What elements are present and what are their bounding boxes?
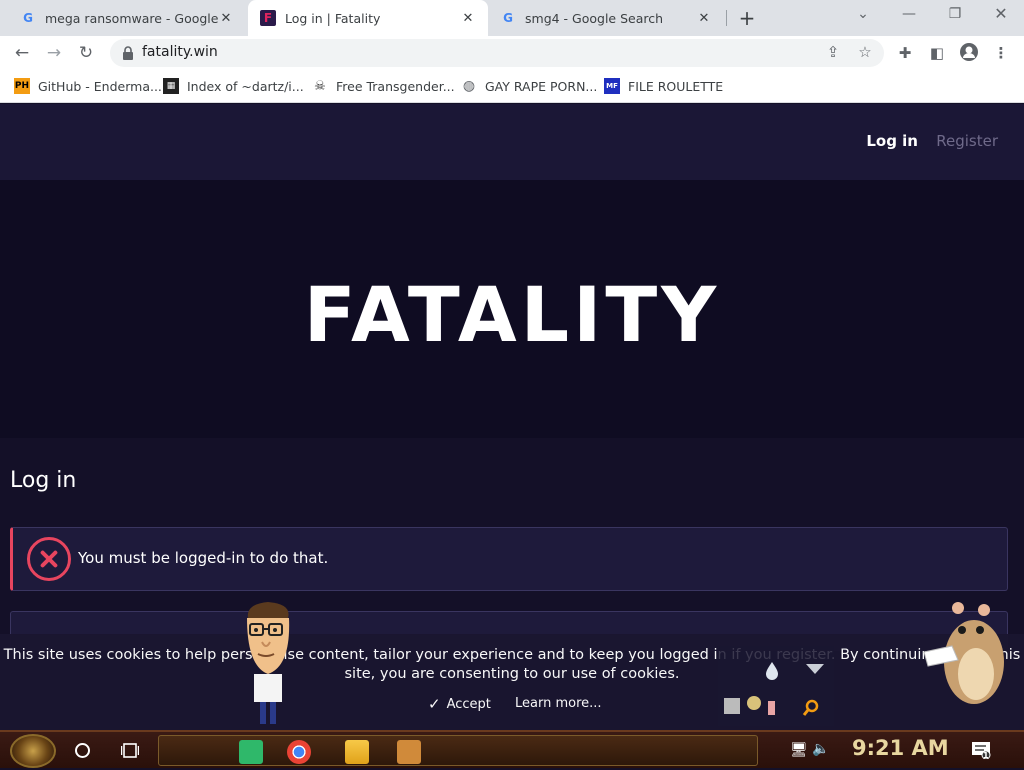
tab-mega-ransomware[interactable]: G mega ransomware - Google Sear ✕ — [8, 0, 246, 36]
bookmark-label: GitHub - Enderma... — [38, 78, 162, 94]
globe-icon: ◍ — [462, 78, 476, 94]
bookmark-gay-rape-porn[interactable]: ◍ GAY RAPE PORN... — [461, 77, 597, 95]
nav-login-link[interactable]: Log in — [866, 132, 918, 150]
error-message: You must be logged-in to do that. — [10, 527, 1008, 591]
cortana-icon[interactable] — [75, 743, 90, 758]
mf-icon: MF — [604, 78, 620, 94]
new-tab-button[interactable]: + — [736, 7, 758, 29]
forward-button[interactable]: → — [42, 41, 66, 65]
tray-app-icon — [724, 698, 740, 714]
address-bar[interactable]: fatality.win ⇪ ☆ — [110, 39, 884, 67]
cookie-text: This site uses cookies to help personali… — [3, 647, 1021, 682]
bookmark-github[interactable]: PH GitHub - Enderma... — [14, 77, 162, 95]
network-icon[interactable]: 🖥 — [790, 742, 808, 758]
tab-title: mega ransomware - Google Sear — [45, 10, 218, 26]
profile-icon[interactable] — [958, 42, 980, 64]
restore-button[interactable]: ❐ — [932, 0, 978, 30]
taskbar-apps — [158, 735, 758, 766]
chrome-app-icon[interactable] — [287, 740, 311, 764]
task-view-icon[interactable] — [121, 743, 139, 758]
notification-count: 1 — [983, 751, 989, 760]
tray-overflow-popup — [718, 646, 834, 726]
ph-icon: PH — [14, 78, 30, 94]
bookmark-file-roulette[interactable]: MF FILE ROULETTE — [604, 77, 723, 95]
page-title: Log in — [10, 468, 77, 493]
tab-title: Log in | Fatality — [285, 10, 381, 26]
accept-label: Accept — [446, 696, 491, 712]
back-button[interactable]: ← — [10, 41, 34, 65]
notification-center-icon[interactable] — [972, 742, 992, 759]
game-app-icon[interactable] — [397, 740, 421, 764]
site-logo[interactable]: FATALITY — [0, 270, 1024, 359]
nav-register-link[interactable]: Register — [936, 132, 998, 150]
cookie-learn-more-link[interactable]: Learn more... — [515, 696, 602, 711]
desktop-character-hamster[interactable] — [918, 602, 1008, 708]
tray-app-icon — [747, 696, 761, 710]
error-x-icon — [27, 537, 71, 581]
close-tab-icon[interactable]: ✕ — [696, 11, 712, 26]
bookmark-label: FILE ROULETTE — [628, 78, 724, 94]
bookmark-label: Free Transgender... — [336, 78, 455, 94]
share-icon[interactable]: ⇪ — [822, 43, 844, 63]
google-icon: G — [23, 11, 33, 25]
google-icon: G — [503, 11, 513, 25]
bookmark-index[interactable]: ▦ Index of ~dartz/i... — [163, 77, 304, 95]
tray-app-icon — [768, 701, 775, 715]
bookmark-label: GAY RAPE PORN... — [485, 78, 598, 94]
file-explorer-icon[interactable] — [345, 740, 369, 764]
start-button[interactable] — [10, 734, 56, 768]
tab-smg4[interactable]: G smg4 - Google Search ✕ — [488, 0, 724, 36]
index-icon: ▦ — [163, 78, 179, 94]
desktop-character-hank[interactable] — [240, 602, 296, 726]
close-tab-icon[interactable]: ✕ — [218, 11, 234, 26]
tab-fatality[interactable]: F Log in | Fatality ✕ — [248, 0, 488, 36]
lock-icon[interactable] — [121, 45, 135, 61]
tab-search-icon[interactable]: ⌄ — [840, 0, 886, 30]
tab-title: smg4 - Google Search — [525, 10, 664, 26]
taskbar: 🖥 🔈 9:21 AM 1 — [0, 730, 1024, 768]
side-panel-icon[interactable]: ◧ — [926, 42, 948, 64]
menu-icon[interactable]: ⋮ — [990, 42, 1012, 64]
cookie-notice: This site uses cookies to help personali… — [0, 634, 1024, 730]
error-text: You must be logged-in to do that. — [78, 549, 329, 567]
taskbar-clock[interactable]: 9:21 AM — [852, 736, 949, 760]
bookmark-label: Index of ~dartz/i... — [187, 78, 304, 94]
tab-separator — [726, 10, 727, 26]
hero-banner: FATALITY — [0, 180, 1024, 438]
skull-icon: ☠ — [314, 78, 326, 94]
page-content: Log in Register FATALITY Log in You must… — [0, 104, 1024, 730]
extensions-icon[interactable]: ✚ — [894, 42, 916, 64]
reload-button[interactable]: ↻ — [74, 41, 98, 65]
close-window-button[interactable]: ✕ — [978, 0, 1024, 30]
close-tab-icon[interactable]: ✕ — [460, 11, 476, 26]
tab-strip: G mega ransomware - Google Sear ✕ F Log … — [0, 0, 1024, 36]
minimize-button[interactable]: — — [886, 0, 932, 30]
url-text[interactable]: fatality.win — [142, 44, 218, 60]
bookmark-star-icon[interactable]: ☆ — [854, 43, 876, 63]
notes-app-icon[interactable] — [239, 740, 263, 764]
site-header: Log in Register — [0, 104, 1024, 180]
bookmarks-bar: PH GitHub - Enderma... ▦ Index of ~dartz… — [0, 70, 1024, 103]
check-icon: ✓ — [428, 695, 441, 713]
volume-muted-icon[interactable]: 🔈 — [812, 741, 829, 757]
fatality-icon: F — [260, 10, 276, 26]
bookmark-free-transgender[interactable]: ☠ Free Transgender... — [312, 77, 455, 95]
browser-toolbar: ← → ↻ fatality.win ⇪ ☆ ✚ ◧ ⋮ — [0, 36, 1024, 70]
cookie-accept-button[interactable]: ✓ Accept — [428, 695, 491, 713]
